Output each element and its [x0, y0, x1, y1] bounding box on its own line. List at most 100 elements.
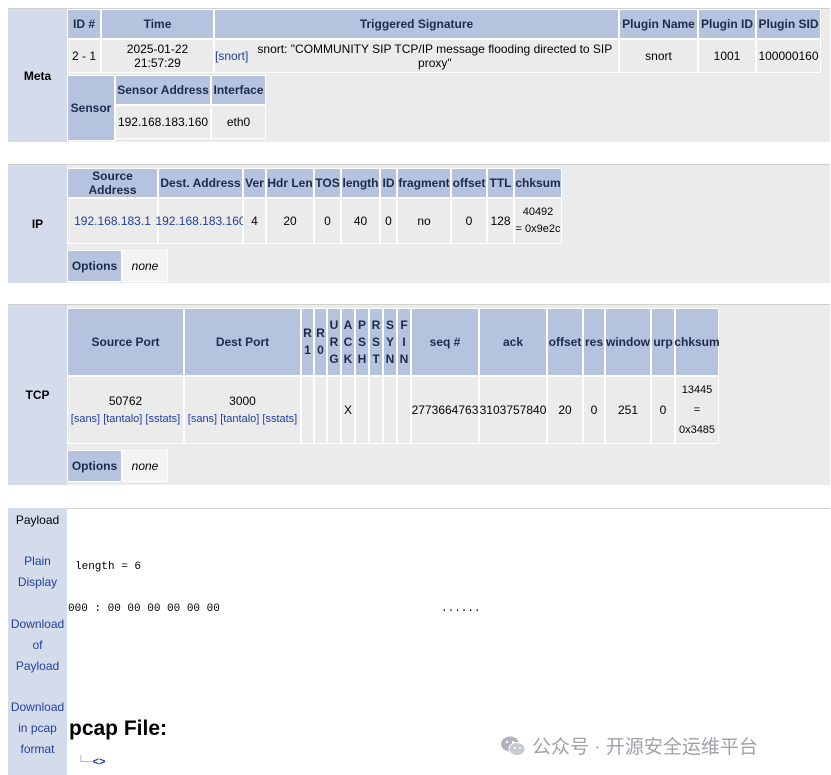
pcap-file-heading: pcap File: [69, 717, 168, 740]
payload-ascii: ...... [441, 603, 481, 615]
meta-header-id: ID # [67, 9, 101, 39]
tcp-header-r0-l2: 0 [317, 343, 324, 357]
watermark: 公众号 · 开源安全运维平台 [500, 732, 758, 759]
ip-length: 40 [341, 198, 380, 244]
tcp-header-urp: urp [651, 308, 675, 376]
tcp-res: 0 [583, 376, 605, 444]
tcp-header-psh-l2: S [357, 334, 366, 349]
tcp-header-syn-l1: S [385, 317, 394, 332]
tcp-header-urg: URG [327, 308, 341, 376]
ip-header-tos: TOS [314, 168, 341, 198]
tcp-urp: 0 [651, 376, 675, 444]
download-pcap-l2[interactable]: in pcap [8, 718, 67, 739]
tcp-src-port: 50762 [sans] [tantalo] [sstats] [67, 376, 184, 444]
download-payload-l1[interactable]: Download [8, 614, 67, 635]
ip-header-ttl: TTL [487, 168, 514, 198]
payload-top-border [67, 508, 830, 509]
src-port-tantalo-link[interactable]: [tantalo] [103, 413, 142, 425]
download-payload-l3[interactable]: Payload [8, 656, 67, 677]
tcp-flag-psh [355, 376, 369, 444]
ip-header-ver: Ver [243, 168, 266, 198]
pcap-tree[interactable]: └─<> [77, 756, 105, 768]
plain-display-link[interactable]: Plain Display [8, 551, 67, 593]
tcp-header-seq: seq # [411, 308, 479, 376]
sensor-interface: eth0 [211, 105, 266, 139]
ip-fragment: no [397, 198, 451, 244]
dst-port-tantalo-link[interactable]: [tantalo] [220, 413, 259, 425]
tcp-header-fin-l2: I [402, 334, 406, 349]
meta-header-signature: Triggered Signature [214, 9, 619, 39]
wechat-icon [501, 736, 526, 756]
tcp-header-fin-l3: N [399, 351, 409, 366]
dst-port-sstats-link[interactable]: [sstats] [262, 413, 297, 425]
ip-dst-address[interactable]: 192.168.183.160 [155, 198, 246, 244]
ip-header-length: length [341, 168, 380, 198]
tcp-chksum-hex: 0x3485 [678, 424, 716, 436]
ip-src-address[interactable]: 192.168.183.1 [67, 198, 158, 244]
ip-section: IP Source Address Dest. Address Ver Hdr … [8, 164, 830, 283]
download-payload-link[interactable]: Download of Payload [8, 614, 67, 677]
tcp-flag-rst [369, 376, 383, 444]
tcp-chksum: 13445 = 0x3485 [675, 376, 719, 444]
tcp-header-fin: FIN [397, 308, 411, 376]
meta-plugin-id: 1001 [698, 39, 756, 73]
sensor-header-interface: Interface [211, 75, 266, 105]
signature-snort-link[interactable]: [snort] [215, 49, 248, 63]
payload-length: length = 6 [75, 561, 142, 573]
tcp-section: TCP Source Port Dest Port R1 R0 URG ACK … [8, 304, 830, 485]
ip-ver: 4 [243, 198, 266, 244]
ip-options-value: none [122, 250, 168, 282]
tcp-seq: 2773664763 [411, 376, 479, 444]
tcp-header-r0: R0 [314, 308, 327, 376]
tcp-header-rst-l2: S [371, 334, 380, 349]
tree-expand-icon[interactable]: <> [93, 756, 106, 768]
payload-sidebar-title: Payload [15, 513, 60, 527]
download-pcap-l3[interactable]: format [8, 739, 67, 760]
download-payload-l2[interactable]: of [8, 635, 67, 656]
tcp-chksum-eq: = [693, 404, 701, 416]
tcp-header-r1-l2: 1 [304, 343, 311, 357]
tcp-header-src-port: Source Port [67, 308, 184, 376]
meta-signature: [snort] snort: "COMMUNITY SIP TCP/IP mes… [214, 39, 619, 73]
download-pcap-l1[interactable]: Download [8, 697, 67, 718]
tcp-chksum-decimal: 13445 [681, 384, 713, 396]
tcp-flag-r0 [314, 376, 327, 444]
tcp-header-res: res [583, 308, 605, 376]
tcp-flag-ack: X [341, 376, 355, 444]
plain-display-l2[interactable]: Display [8, 572, 67, 593]
tcp-header-psh: PSH [355, 308, 369, 376]
signature-text: snort: "COMMUNITY SIP TCP/IP message flo… [257, 42, 613, 70]
meta-plugin-name: snort [619, 39, 698, 73]
meta-header-plugin-id: Plugin ID [698, 9, 756, 39]
tcp-ack: 3103757840 [479, 376, 547, 444]
tcp-offset: 20 [547, 376, 583, 444]
tcp-window: 251 [605, 376, 651, 444]
tcp-header-ack-l2: C [343, 334, 353, 349]
ip-hdr-len: 20 [266, 198, 314, 244]
dst-port-sans-link[interactable]: [sans] [188, 413, 217, 425]
ip-header-id: ID [380, 168, 397, 198]
src-port-sstats-link[interactable]: [sstats] [145, 413, 180, 425]
ip-tos: 0 [314, 198, 341, 244]
meta-header-time: Time [101, 9, 214, 39]
ip-chksum-hex: = 0x9e2c [515, 223, 561, 235]
tree-branch-icon: └─ [77, 756, 93, 768]
ip-header-dst: Dest. Address [158, 168, 243, 198]
download-pcap-link[interactable]: Download in pcap format [8, 697, 67, 760]
tcp-header-syn-l3: N [385, 351, 395, 366]
tcp-header-rst-l1: R [371, 317, 381, 332]
meta-section-label: Meta [8, 9, 67, 142]
tcp-header-r1-l1: R [303, 326, 312, 340]
ip-src-link[interactable]: 192.168.183.1 [74, 214, 151, 228]
src-port-sans-link[interactable]: [sans] [71, 413, 100, 425]
meta-header-plugin-sid: Plugin SID [756, 9, 821, 39]
meta-header-plugin-name: Plugin Name [619, 9, 698, 39]
ip-id: 0 [380, 198, 397, 244]
plain-display-l1[interactable]: Plain [8, 551, 67, 572]
tcp-header-ack: ack [479, 308, 547, 376]
ip-header-hdr-len: Hdr Len [266, 168, 314, 198]
ip-dst-link[interactable]: 192.168.183.160 [155, 214, 245, 228]
tcp-header-psh-l3: H [357, 351, 367, 366]
payload-hex: 000 : 00 00 00 00 00 00 [68, 603, 220, 615]
tcp-header-ack-flag: ACK [341, 308, 355, 376]
